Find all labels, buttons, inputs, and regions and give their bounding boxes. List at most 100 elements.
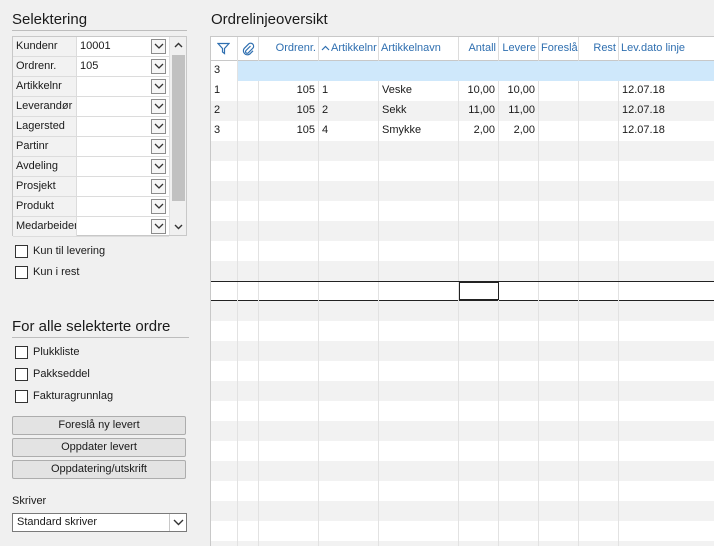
selection-row[interactable]: Prosjekt	[13, 177, 169, 197]
suggest-delivered-button[interactable]: Foreslå ny levert	[12, 416, 186, 435]
selection-row[interactable]: Avdeling	[13, 157, 169, 177]
empty-cell	[539, 421, 579, 441]
filter-column[interactable]	[211, 37, 238, 61]
scroll-up-icon[interactable]	[173, 40, 184, 51]
selection-value-input[interactable]	[78, 117, 150, 136]
table-row[interactable]: 2 105 2 Sekk 11,00 11,00 12.07.18	[211, 101, 714, 121]
empty-cell	[459, 361, 499, 381]
selection-row[interactable]: Lagersted	[13, 117, 169, 137]
selection-value-input[interactable]	[78, 217, 150, 236]
selection-row[interactable]: Produkt	[13, 197, 169, 217]
update-delivered-button[interactable]: Oppdater levert	[12, 438, 186, 457]
empty-cell	[579, 501, 619, 521]
selection-row[interactable]: Ordrenr. 105	[13, 57, 169, 77]
checkbox-box[interactable]	[15, 368, 28, 381]
selection-value-input[interactable]	[78, 157, 150, 176]
grid-header: Ordrenr. Artikkelnr Artikkelnavn Antall …	[211, 37, 714, 61]
chevron-down-icon[interactable]	[151, 219, 166, 234]
grid-filter-row[interactable]: 3	[211, 61, 714, 81]
selection-value-input[interactable]	[78, 137, 150, 156]
filter-icon[interactable]	[217, 42, 230, 55]
chevron-down-icon[interactable]	[151, 99, 166, 114]
empty-cell	[579, 161, 619, 181]
empty-cell	[619, 341, 714, 361]
empty-cell	[619, 201, 714, 221]
col-levere[interactable]: Levere	[499, 37, 539, 61]
chevron-down-icon[interactable]	[151, 79, 166, 94]
cell-no: 2	[211, 101, 238, 121]
focused-cell[interactable]	[459, 282, 499, 300]
empty-cell	[319, 421, 379, 441]
col-artikkelnr-label: Artikkelnr	[331, 42, 377, 54]
empty-row	[211, 481, 714, 501]
cell-artikkelnavn: Sekk	[379, 101, 459, 121]
chevron-down-icon[interactable]	[151, 139, 166, 154]
checkbox-box[interactable]	[15, 266, 28, 279]
empty-row	[211, 541, 714, 546]
selection-value-input[interactable]: 105	[78, 57, 150, 76]
empty-cell	[238, 501, 259, 521]
chevron-down-icon[interactable]	[151, 39, 166, 54]
checkbox-box[interactable]	[15, 346, 28, 359]
col-artikkelnr[interactable]: Artikkelnr	[319, 37, 379, 61]
selection-value-input[interactable]	[78, 77, 150, 96]
empty-cell	[539, 282, 579, 302]
chevron-down-icon[interactable]	[151, 199, 166, 214]
table-row[interactable]: 3 105 4 Smykke 2,00 2,00 12.07.18	[211, 121, 714, 141]
printer-select[interactable]: Standard skriver	[12, 513, 187, 532]
chevron-down-icon[interactable]	[151, 59, 166, 74]
empty-cell	[579, 321, 619, 341]
empty-row	[211, 241, 714, 261]
empty-cell	[211, 481, 238, 501]
selection-row[interactable]: Leverandør	[13, 97, 169, 117]
empty-cell	[619, 381, 714, 401]
selection-label: Artikkelnr	[13, 77, 77, 96]
empty-cell	[379, 301, 459, 321]
sort-ascending-icon[interactable]	[321, 45, 330, 51]
empty-cell	[379, 221, 459, 241]
table-row[interactable]: 1 105 1 Veske 10,00 10,00 12.07.18	[211, 81, 714, 101]
empty-cell	[379, 381, 459, 401]
selection-row[interactable]: Artikkelnr	[13, 77, 169, 97]
empty-cell	[319, 341, 379, 361]
selection-value-input[interactable]	[78, 97, 150, 116]
chevron-down-icon[interactable]	[151, 179, 166, 194]
checkbox-box[interactable]	[15, 245, 28, 258]
col-artikkelnavn[interactable]: Artikkelnavn	[379, 37, 459, 61]
scroll-thumb[interactable]	[172, 55, 185, 201]
chevron-down-icon[interactable]	[151, 159, 166, 174]
selection-value-input[interactable]	[78, 197, 150, 216]
update-print-button[interactable]: Oppdatering/utskrift	[12, 460, 186, 479]
empty-cell	[499, 181, 539, 201]
col-levdato[interactable]: Lev.dato linje	[619, 37, 714, 61]
empty-cell	[259, 481, 319, 501]
chevron-down-icon[interactable]	[151, 119, 166, 134]
selection-value-input[interactable]	[78, 177, 150, 196]
empty-cell	[259, 321, 319, 341]
empty-cell	[211, 461, 238, 481]
empty-cell	[319, 282, 379, 302]
empty-cell	[238, 341, 259, 361]
empty-cell	[319, 461, 379, 481]
attachment-column[interactable]	[238, 37, 259, 61]
checkbox-box[interactable]	[15, 390, 28, 403]
empty-cell	[619, 421, 714, 441]
col-ordrenr[interactable]: Ordrenr.	[259, 37, 319, 61]
empty-cell	[211, 441, 238, 461]
selection-row[interactable]: Partinr	[13, 137, 169, 157]
paperclip-icon[interactable]	[242, 42, 255, 56]
empty-cell	[459, 341, 499, 361]
selection-scrollbar[interactable]	[169, 37, 186, 235]
selection-value-input[interactable]: 10001	[78, 37, 150, 56]
col-antall[interactable]: Antall	[459, 37, 499, 61]
scroll-down-icon[interactable]	[173, 221, 184, 232]
empty-cell	[539, 461, 579, 481]
empty-cell	[579, 282, 619, 302]
selection-row[interactable]: Kundenr 10001	[13, 37, 169, 57]
chevron-down-icon[interactable]	[169, 514, 186, 531]
col-foresla[interactable]: Foreslå	[539, 37, 579, 61]
col-rest[interactable]: Rest	[579, 37, 619, 61]
empty-cell	[238, 282, 259, 302]
empty-cell	[379, 541, 459, 546]
selection-row[interactable]: Medarbeider	[13, 217, 169, 237]
